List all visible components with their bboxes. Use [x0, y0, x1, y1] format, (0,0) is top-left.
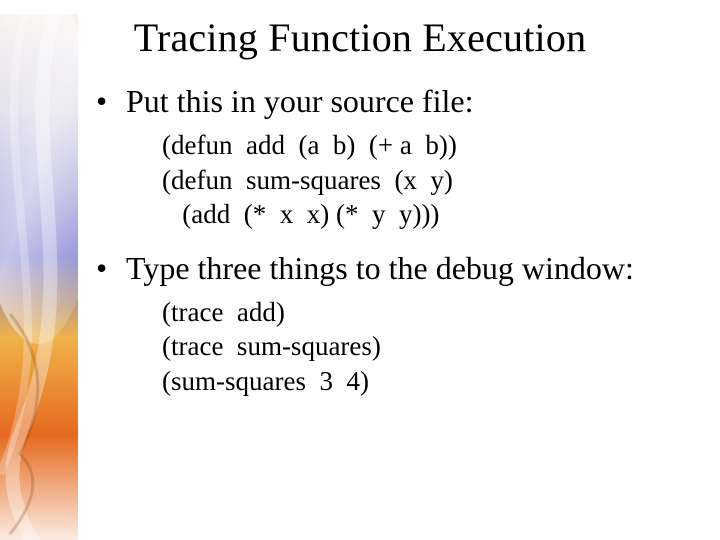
bullet-text: Type three things to the debug window: — [126, 250, 634, 287]
slide: Tracing Function Execution • Put this in… — [0, 14, 720, 540]
slide-title: Tracing Function Execution — [0, 14, 720, 61]
code-line: (sum-squares 3 4) — [162, 364, 702, 399]
bullet-text: Put this in your source file: — [126, 83, 474, 120]
code-line: (trace sum-squares) — [162, 329, 702, 364]
bullet-item: • Put this in your source file: — [96, 83, 702, 120]
bullet-item: • Type three things to the debug window: — [96, 250, 702, 287]
code-block: (defun add (a b) (+ a b)) (defun sum-squ… — [162, 128, 702, 232]
slide-body: • Put this in your source file: (defun a… — [0, 83, 720, 398]
code-line: (defun sum-squares (x y) — [162, 163, 702, 198]
code-block: (trace add) (trace sum-squares) (sum-squ… — [162, 295, 702, 399]
code-line: (defun add (a b) (+ a b)) — [162, 128, 702, 163]
bullet-marker: • — [96, 83, 126, 120]
code-line: (trace add) — [162, 295, 702, 330]
code-line: (add (* x x) (* y y))) — [162, 197, 702, 232]
bullet-marker: • — [96, 250, 126, 287]
